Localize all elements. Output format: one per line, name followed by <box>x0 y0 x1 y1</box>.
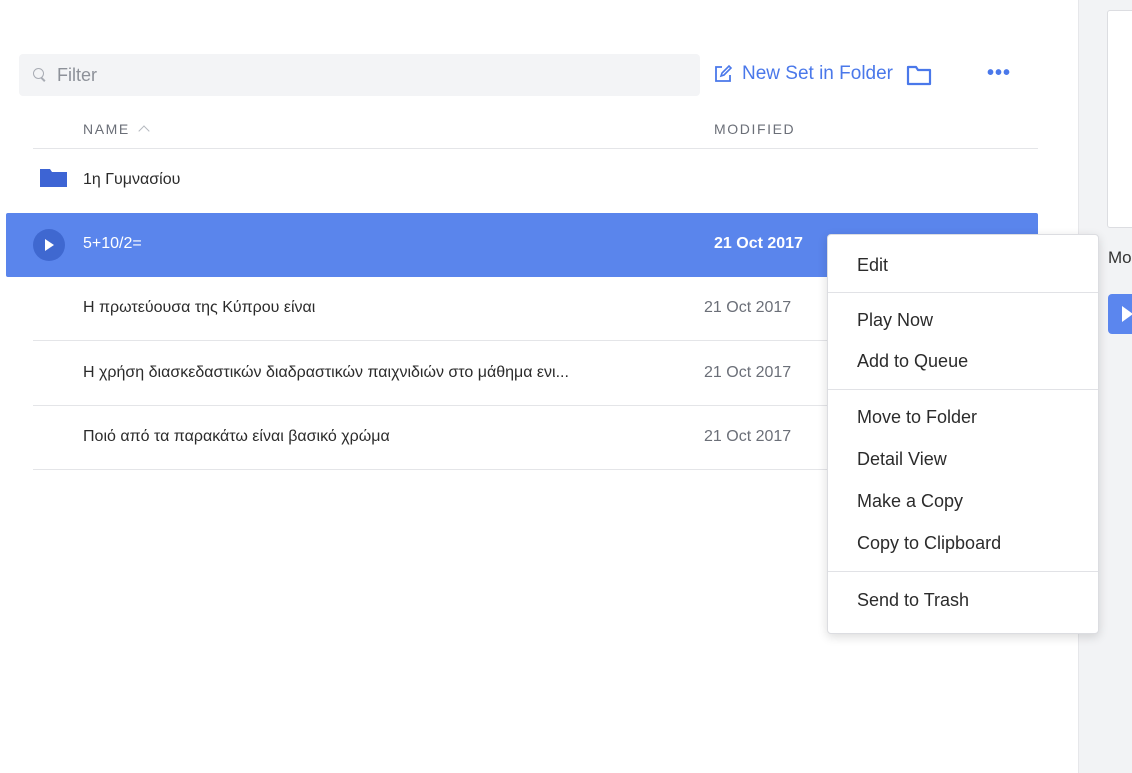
edit-icon <box>715 64 733 82</box>
set-modified: 21 Oct 2017 <box>704 299 792 316</box>
menu-divider <box>828 389 1098 390</box>
menu-item-move-to-folder[interactable]: Move to Folder <box>857 407 977 428</box>
filter-bar <box>19 54 700 96</box>
menu-item-play-now[interactable]: Play Now <box>857 310 933 331</box>
set-name: Η πρωτεύουσα της Κύπρου είναι <box>83 299 316 316</box>
side-panel-card <box>1107 10 1132 228</box>
new-folder-button[interactable] <box>906 64 932 86</box>
context-menu: Edit Play Now Add to Queue Move to Folde… <box>827 234 1099 634</box>
set-name: Ποιό από τα παρακάτω είναι βασικό χρώμα <box>83 428 390 445</box>
search-icon <box>33 68 47 82</box>
column-header-name[interactable]: NAME <box>83 121 150 137</box>
chevron-up-icon <box>138 125 150 137</box>
play-icon <box>45 239 54 251</box>
menu-item-add-to-queue[interactable]: Add to Queue <box>857 351 968 372</box>
menu-item-make-a-copy[interactable]: Make a Copy <box>857 491 963 512</box>
set-modified: 21 Oct 2017 <box>704 364 792 381</box>
set-name: Η χρήση διασκεδαστικών διαδραστικών παιχ… <box>83 364 569 381</box>
filter-input[interactable] <box>57 64 657 86</box>
folder-row[interactable]: 1η Γυμνασίου <box>33 150 1038 212</box>
play-icon <box>1122 306 1132 322</box>
folder-name: 1η Γυμνασίου <box>83 171 181 188</box>
new-set-label: New Set in Folder <box>742 63 894 84</box>
set-modified: 21 Oct 2017 <box>714 235 803 252</box>
menu-item-edit[interactable]: Edit <box>857 255 888 276</box>
column-name-label: NAME <box>83 121 130 137</box>
menu-item-detail-view[interactable]: Detail View <box>857 449 947 470</box>
more-options-button[interactable]: ••• <box>987 62 1011 85</box>
side-panel-play-button[interactable] <box>1108 294 1132 334</box>
menu-item-copy-to-clipboard[interactable]: Copy to Clipboard <box>857 533 1001 554</box>
app-window: Mo New Set in Folder ••• NAME MODIFIED 1… <box>0 0 1132 773</box>
side-panel-label: Mo <box>1108 248 1132 267</box>
set-name: 5+10/2= <box>83 235 142 252</box>
header-divider <box>33 148 1038 149</box>
play-button[interactable] <box>33 229 65 261</box>
column-header-modified[interactable]: MODIFIED <box>714 121 795 137</box>
menu-divider <box>828 571 1098 572</box>
new-set-in-folder-button[interactable]: New Set in Folder <box>713 63 893 85</box>
set-modified: 21 Oct 2017 <box>704 428 792 445</box>
menu-divider <box>828 292 1098 293</box>
folder-icon <box>40 169 67 187</box>
menu-item-send-to-trash[interactable]: Send to Trash <box>857 590 969 611</box>
